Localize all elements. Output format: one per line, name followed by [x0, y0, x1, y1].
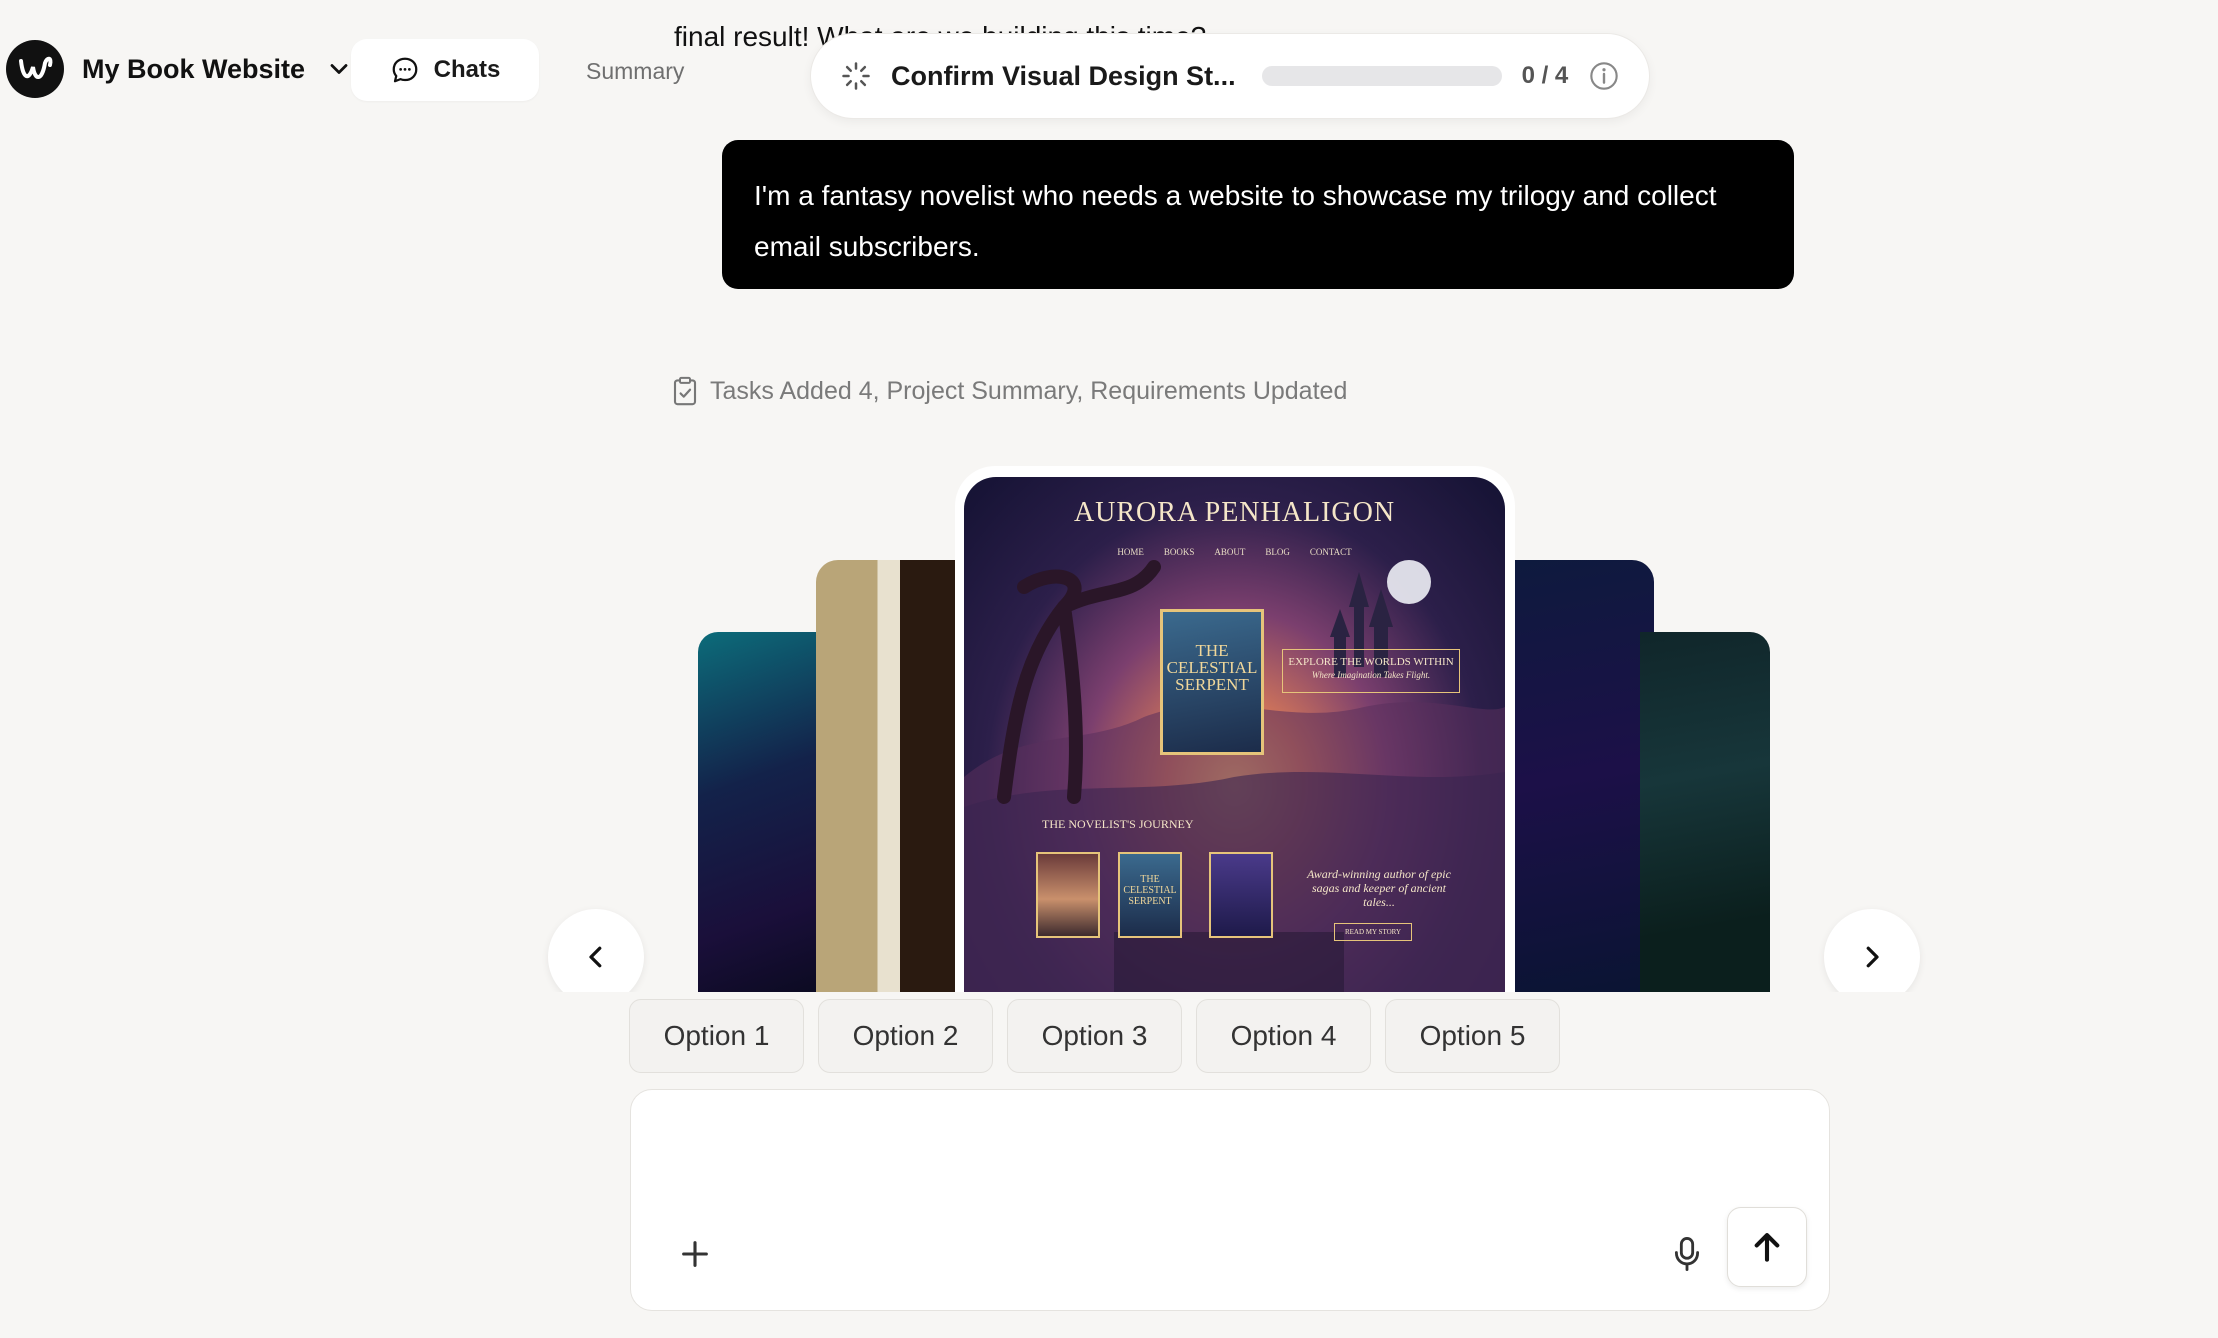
preview-nav-item: ABOUT: [1214, 547, 1246, 557]
option-4-button[interactable]: Option 4: [1196, 999, 1371, 1073]
preview-nav-item: BOOKS: [1163, 547, 1195, 557]
message-composer: [630, 1089, 1830, 1311]
preview-author-portrait: [1036, 852, 1100, 938]
preview-nav: HOME BOOKS ABOUT BLOG CONTACT: [964, 547, 1505, 557]
voice-input-button[interactable]: [1661, 1228, 1713, 1280]
preview-nav-item: CONTACT: [1309, 547, 1352, 557]
design-carousel: AURORA PENHALIGON HOME BOOKS ABOUT BLOG …: [0, 0, 2218, 1005]
preview-explore-box: EXPLORE THE WORLDS WITHIN Where Imaginat…: [1282, 649, 1460, 693]
send-button[interactable]: [1727, 1207, 1807, 1287]
preview-nav-item: BLOG: [1265, 547, 1290, 557]
design-options: Option 1 Option 2 Option 3 Option 4 Opti…: [629, 999, 1560, 1073]
preview-read-button: READ MY STORY: [1334, 923, 1412, 941]
preview-hero-book: THE CELESTIAL SERPENT: [1160, 609, 1264, 755]
preview-book-thumb-title: THE CELESTIAL SERPENT: [1123, 874, 1177, 907]
option-5-button[interactable]: Option 5: [1385, 999, 1560, 1073]
design-option-card[interactable]: [1640, 632, 1770, 992]
preview-explore-title: EXPLORE THE WORLDS WITHIN: [1288, 656, 1454, 668]
chevron-left-icon: [589, 946, 602, 968]
preview-book-thumb: [1209, 852, 1273, 938]
preview-award-text: Award-winning author of epic sagas and k…: [1307, 867, 1451, 909]
option-1-button[interactable]: Option 1: [629, 999, 804, 1073]
preview-explore-subtitle: Where Imagination Takes Flight.: [1311, 670, 1431, 680]
preview-book-thumb: THE CELESTIAL SERPENT: [1118, 852, 1182, 938]
selected-design-preview[interactable]: AURORA PENHALIGON HOME BOOKS ABOUT BLOG …: [964, 477, 1505, 992]
preview-nav-item: HOME: [1117, 547, 1144, 557]
preview-site-title: AURORA PENHALIGON: [1073, 497, 1396, 528]
attach-button[interactable]: [671, 1230, 719, 1278]
design-option-card[interactable]: [816, 560, 978, 992]
carousel-prev-button[interactable]: [548, 909, 644, 1005]
chevron-right-icon: [1866, 946, 1879, 968]
preview-journey-heading: THE NOVELIST'S JOURNEY: [1042, 817, 1194, 831]
design-option-card[interactable]: [1504, 560, 1654, 992]
microphone-icon: [1674, 1237, 1700, 1271]
option-3-button[interactable]: Option 3: [1007, 999, 1182, 1073]
plus-icon: [682, 1241, 708, 1267]
carousel-next-button[interactable]: [1824, 909, 1920, 1005]
option-2-button[interactable]: Option 2: [818, 999, 993, 1073]
message-input[interactable]: [661, 1114, 1791, 1174]
preview-hero-book-title: THE CELESTIAL SERPENT: [1166, 641, 1258, 694]
arrow-up-icon: [1754, 1233, 1780, 1262]
